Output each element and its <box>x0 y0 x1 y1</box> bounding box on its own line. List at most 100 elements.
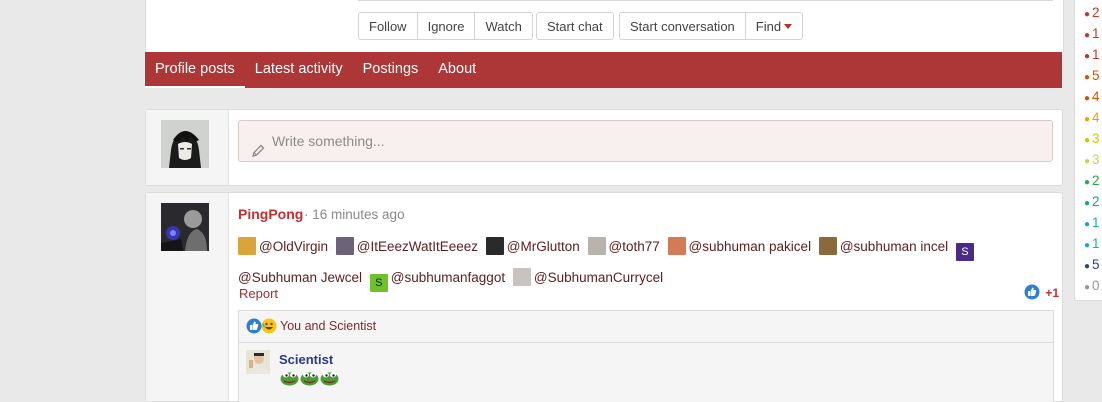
pencil-icon <box>251 133 265 173</box>
list-item[interactable]: ● 2 <box>1084 5 1100 20</box>
status-input[interactable]: Write something... <box>238 120 1053 162</box>
follow-button-group: Follow Ignore Watch <box>358 12 533 40</box>
user-avatar-icon: S <box>955 243 974 261</box>
likes-text-link[interactable]: You and Scientist <box>280 319 376 333</box>
find-label: Find <box>755 19 782 34</box>
mention-text: @MrGlutton <box>506 239 580 254</box>
tab-latest-activity[interactable]: Latest activity <box>245 52 353 88</box>
bullet-icon: ● <box>1084 282 1091 293</box>
conversation-button-group: Start conversation Find <box>619 12 804 40</box>
mention-text: @ItEeezWatItEeeez <box>356 239 479 254</box>
meta-separator: · <box>304 207 309 222</box>
ignore-button[interactable]: Ignore <box>417 12 476 40</box>
tab-profile-posts[interactable]: Profile posts <box>145 52 245 88</box>
user-avatar-icon <box>485 237 504 255</box>
count-value: 4 <box>1092 89 1100 104</box>
list-item[interactable]: ● 3 <box>1084 131 1100 146</box>
tab-postings[interactable]: Postings <box>353 52 429 88</box>
mention-text: @subhuman incel <box>839 239 949 254</box>
count-value: 1 <box>1092 236 1100 251</box>
divider <box>358 0 1053 1</box>
list-item[interactable]: ● 2 <box>1084 194 1100 209</box>
post-avatar-column <box>146 193 229 401</box>
mention-text: @subhuman pakicel <box>688 239 812 254</box>
list-item[interactable]: ● 4 <box>1084 89 1100 104</box>
bullet-icon: ● <box>1084 177 1091 188</box>
list-item[interactable]: ● 1 <box>1084 215 1100 230</box>
mention-text: @toth77 <box>608 239 660 254</box>
user-avatar-icon <box>335 237 354 255</box>
user-avatar-icon <box>512 268 531 286</box>
laugh-reaction-icon <box>261 318 277 337</box>
count-value: 1 <box>1092 215 1100 230</box>
list-item[interactable]: ● 2 <box>1084 173 1100 188</box>
tab-about[interactable]: About <box>428 52 486 88</box>
status-input-placeholder: Write something... <box>272 133 385 149</box>
count-value: 1 <box>1092 47 1100 62</box>
bullet-icon: ● <box>1084 219 1091 230</box>
bullet-icon: ● <box>1084 135 1091 146</box>
like-icon[interactable] <box>1024 284 1040 303</box>
mention-text: @subhumanfaggot <box>390 270 506 285</box>
list-item[interactable]: ● 3 <box>1084 152 1100 167</box>
mention[interactable]: @subhuman incel <box>818 237 952 255</box>
like-reaction-icon <box>246 318 262 337</box>
mention-text: @OldVirgin <box>259 239 328 254</box>
post-body: @OldVirgin @ItEeezWatItEeeez @MrGlutton … <box>238 231 1038 293</box>
composer-card: Write something... <box>145 109 1063 186</box>
list-item[interactable]: ● 0 <box>1084 278 1100 293</box>
count-value: 4 <box>1092 110 1100 125</box>
mention[interactable]: @SubhumanCurrycel <box>512 268 664 286</box>
user-avatar-icon <box>238 237 256 255</box>
bullet-icon: ● <box>1084 51 1091 62</box>
composer-avatar-column <box>146 110 229 185</box>
mention[interactable]: @subhuman pakicel <box>667 237 815 255</box>
count-value: 5 <box>1092 68 1100 83</box>
post-timestamp[interactable]: 16 minutes ago <box>312 207 404 222</box>
report-link[interactable]: Report <box>239 286 278 301</box>
count-value: 1 <box>1092 26 1100 41</box>
bullet-icon: ● <box>1084 156 1091 167</box>
count-value: 5 <box>1092 257 1100 272</box>
avatar[interactable] <box>246 350 270 374</box>
list-item[interactable]: ● 4 <box>1084 110 1100 125</box>
profile-tabs: Profile posts Latest activity Postings A… <box>145 52 1062 88</box>
start-conversation-button[interactable]: Start conversation <box>619 12 746 40</box>
follow-button[interactable]: Follow <box>358 12 418 40</box>
bullet-icon: ● <box>1084 261 1091 272</box>
user-avatar-icon <box>587 237 606 255</box>
watch-button[interactable]: Watch <box>475 12 533 40</box>
bullet-icon: ● <box>1084 93 1091 104</box>
start-chat-button[interactable]: Start chat <box>536 12 614 40</box>
comment-author-link[interactable]: Scientist <box>279 352 333 367</box>
mention[interactable]: @OldVirgin <box>238 237 332 255</box>
bullet-icon: ● <box>1084 30 1091 41</box>
count-value: 0 <box>1092 278 1100 293</box>
bullet-icon: ● <box>1084 240 1091 251</box>
mention[interactable]: @ItEeezWatItEeeez <box>335 237 482 255</box>
mention[interactable]: S @subhumanfaggot <box>369 270 509 292</box>
list-item[interactable]: ● 1 <box>1084 26 1100 41</box>
post-author-link[interactable]: PingPong <box>238 206 303 222</box>
list-item[interactable]: ● 5 <box>1084 68 1100 83</box>
user-avatar-icon <box>667 237 686 255</box>
count-value: 2 <box>1092 194 1100 209</box>
list-item[interactable]: ● 1 <box>1084 236 1100 251</box>
mention[interactable]: @toth77 <box>587 237 664 255</box>
find-dropdown-button[interactable]: Find <box>745 12 804 40</box>
comment: Scientist <box>238 342 1054 402</box>
bullet-icon: ● <box>1084 198 1091 209</box>
avatar[interactable] <box>161 120 209 168</box>
list-item[interactable]: ● 5 <box>1084 257 1100 272</box>
count-value: 3 <box>1092 131 1100 146</box>
mention[interactable]: @MrGlutton <box>485 237 584 255</box>
mention-text: @SubhumanCurrycel <box>533 270 664 285</box>
sidebar-stats-list: ● 2 ● 1 ● 1 ● 5 ● 4 ● 4 ● 3 ● 3 ● 2 ● 2 ● 1 ● 1 ● 5 ●… <box>1074 0 1102 301</box>
chat-button-group: Start chat <box>536 12 614 40</box>
avatar[interactable] <box>161 203 209 251</box>
count-value: 2 <box>1092 5 1100 20</box>
count-value: 2 <box>1092 173 1100 188</box>
count-value: 3 <box>1092 152 1100 167</box>
user-avatar-icon: S <box>369 274 388 292</box>
list-item[interactable]: ● 1 <box>1084 47 1100 62</box>
